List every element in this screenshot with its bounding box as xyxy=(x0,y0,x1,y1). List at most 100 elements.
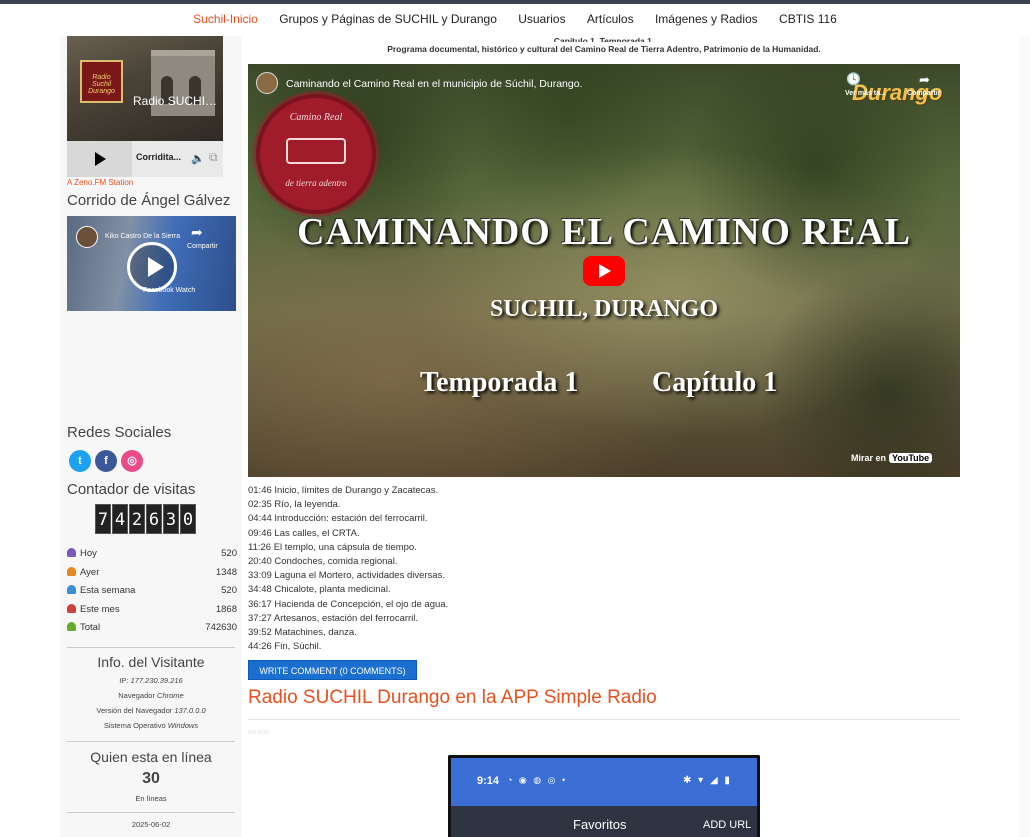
chapter-item: 01:46 Inicio, límites de Durango y Zacat… xyxy=(248,485,439,496)
seal-top-text: Camino Real xyxy=(289,112,343,123)
corrido-title: Corrido de Ángel Gálvez xyxy=(67,192,231,209)
stat-row: Ayer 1348 xyxy=(67,564,237,583)
video-temporada: Temporada 1 xyxy=(420,367,579,398)
scrollbar[interactable] xyxy=(1019,36,1030,837)
divider xyxy=(67,647,235,648)
social-icons: t f ◎ xyxy=(69,450,147,472)
channel-avatar[interactable] xyxy=(256,72,278,94)
stat-row: Hoy 520 xyxy=(67,545,237,564)
social-title: Redes Sociales xyxy=(67,424,172,441)
avatar xyxy=(76,226,98,248)
current-date: 2025-06-02 xyxy=(131,820,171,829)
twitter-icon[interactable]: t xyxy=(69,450,91,472)
chapter-item: 20:40 Condoches, comida regional. xyxy=(248,555,398,567)
visit-stats: Hoy 520 Ayer 1348 Esta semana 520 Este mes 1… xyxy=(67,545,237,638)
stat-label: Este mes xyxy=(80,603,120,615)
nav-item-imagenes-radios[interactable]: Imágenes y Radios xyxy=(655,4,758,34)
fb-watch-label: Facebook Watch xyxy=(143,287,196,294)
article-title[interactable]: Radio SUCHIL Durango en la APP Simple Ra… xyxy=(248,687,960,709)
counter-digit: 7 xyxy=(95,504,111,534)
counter-digit: 6 xyxy=(146,504,162,534)
chapter-item: 09:46 Las calles, el CRTA. xyxy=(248,527,360,539)
user-icon xyxy=(67,603,76,613)
sidebar: Radio Suchil Durango Radio SUCHIL Durang… xyxy=(60,36,242,837)
stat-label: Ayer xyxy=(80,566,100,578)
youtube-icon: YouTube xyxy=(889,453,933,463)
radio-logo: Radio Suchil Durango xyxy=(80,60,123,103)
volume-icon[interactable]: 🔈 xyxy=(191,152,205,165)
radio-track-title: Corridita... xyxy=(136,152,182,162)
external-link-icon[interactable]: ⧉ xyxy=(209,150,218,165)
share-icon[interactable]: ➦ xyxy=(919,72,930,88)
nav-item-articulos[interactable]: Artículos xyxy=(587,4,634,34)
fb-share-label: Compartir xyxy=(187,243,218,250)
counter-title: Contador de visitas xyxy=(67,481,196,498)
video-title[interactable]: Caminando el Camino Real en el municipio… xyxy=(286,78,583,90)
counter-digit: 0 xyxy=(180,504,196,534)
youtube-play-button[interactable] xyxy=(583,256,625,286)
chapter-item: 37:27 Artesanos, estación del ferrocarri… xyxy=(248,612,419,624)
facebook-video[interactable]: Kiko Castro De la Sierra ➦ Compartir Fac… xyxy=(67,216,236,311)
user-icon xyxy=(67,566,76,576)
stat-value: 1868 xyxy=(215,603,237,615)
app-screenshot: 9:14 ◔ ◉ ◍ ◎ • ✱ ▾ ◢ ▮ Favoritos ADD URL xyxy=(448,755,760,837)
chapter-item: 44:26 Fin, Súchil. xyxy=(248,641,322,653)
write-comment-button[interactable]: WRITE COMMENT (0 COMMENTS) xyxy=(248,660,417,680)
radio-play-button[interactable] xyxy=(67,141,132,177)
counter-digit: 4 xyxy=(112,504,128,534)
nav-item-usuarios[interactable]: Usuarios xyxy=(518,4,565,34)
chapter-item: 36:17 Hacienda de Concepción, el ojo de … xyxy=(248,598,449,610)
online-count: 30 xyxy=(142,770,160,787)
divider xyxy=(67,812,235,813)
clock-icon[interactable]: 🕓 xyxy=(846,72,861,86)
stat-value: 520 xyxy=(221,548,237,559)
main-nav: Suchil-Inicio Grupos y Páginas de SUCHIL… xyxy=(0,4,1030,36)
stat-value: 742630 xyxy=(205,622,237,633)
divider xyxy=(67,741,235,742)
stat-row: Este mes 1868 xyxy=(67,601,237,620)
chapter-item: 04:44 Introducción: estación del ferroca… xyxy=(248,513,428,525)
dribbble-icon[interactable]: ◎ xyxy=(121,450,143,472)
user-icon xyxy=(67,622,76,631)
divider xyxy=(248,719,960,720)
video-subtitle: SUCHIL, DURANGO xyxy=(489,296,719,322)
radio-name: Radio SUCHIL Durango xyxy=(133,94,223,108)
seal-emblem xyxy=(286,138,346,164)
play-icon xyxy=(95,152,106,166)
user-icon xyxy=(67,585,76,594)
online-label: En líneas xyxy=(135,794,167,803)
zeno-station-link[interactable]: A Zeno.FM Station xyxy=(67,178,133,187)
radio-cover-image: Radio Suchil Durango Radio SUCHIL Durang… xyxy=(67,36,223,141)
fb-play-button[interactable] xyxy=(127,242,177,292)
video-big-title: CAMINANDO EL CAMINO REAL xyxy=(296,211,912,253)
visitor-os: Sistema Operativo Windows xyxy=(103,721,199,730)
stat-label: Esta semana xyxy=(80,585,136,596)
nav-item-suchil-inicio[interactable]: Suchil-Inicio xyxy=(193,4,258,34)
stat-row: Esta semana 520 xyxy=(67,582,237,601)
video-share-label: Compartir xyxy=(907,90,941,97)
play-icon xyxy=(599,264,611,278)
phone-favorites-title: Favoritos xyxy=(573,817,627,832)
nav-item-cbtis[interactable]: CBTIS 116 xyxy=(779,4,837,34)
play-icon xyxy=(148,257,164,277)
program-chapter-line: Capítulo 1, Temporada 1. xyxy=(553,36,655,42)
chapter-item: 11:26 El templo, una cápsula de tiempo. xyxy=(248,541,417,553)
radio-widget: Radio Suchil Durango Radio SUCHIL Durang… xyxy=(67,36,223,177)
chapter-list: 01:46 Inicio, límites de Durango y Zacat… xyxy=(248,484,960,654)
visitor-info-title: Info. del Visitante xyxy=(97,654,205,670)
facebook-icon[interactable]: f xyxy=(95,450,117,472)
stat-label: Hoy xyxy=(80,548,97,559)
counter-digit: 2 xyxy=(129,504,145,534)
notification-icons: ◔ ◉ ◍ ◎ • xyxy=(507,775,568,785)
nav-item-grupos[interactable]: Grupos y Páginas de SUCHIL y Durango xyxy=(279,4,497,34)
counter-digit: 3 xyxy=(163,504,179,534)
youtube-video-embed[interactable]: Camino Real de tierra adentro Caminando … xyxy=(248,64,960,477)
stat-value: 520 xyxy=(221,585,237,596)
system-status-icons: ✱ ▾ ◢ ▮ xyxy=(683,775,732,786)
stat-row: Total 742630 xyxy=(67,619,237,638)
rating-stars[interactable]: ○○○○○ xyxy=(248,729,269,736)
camino-real-seal: Camino Real de tierra adentro xyxy=(256,94,376,214)
phone-time: 9:14 xyxy=(477,775,500,787)
share-icon[interactable]: ➦ xyxy=(191,224,203,241)
watch-on-youtube[interactable]: Mirar en YouTube xyxy=(851,453,933,463)
